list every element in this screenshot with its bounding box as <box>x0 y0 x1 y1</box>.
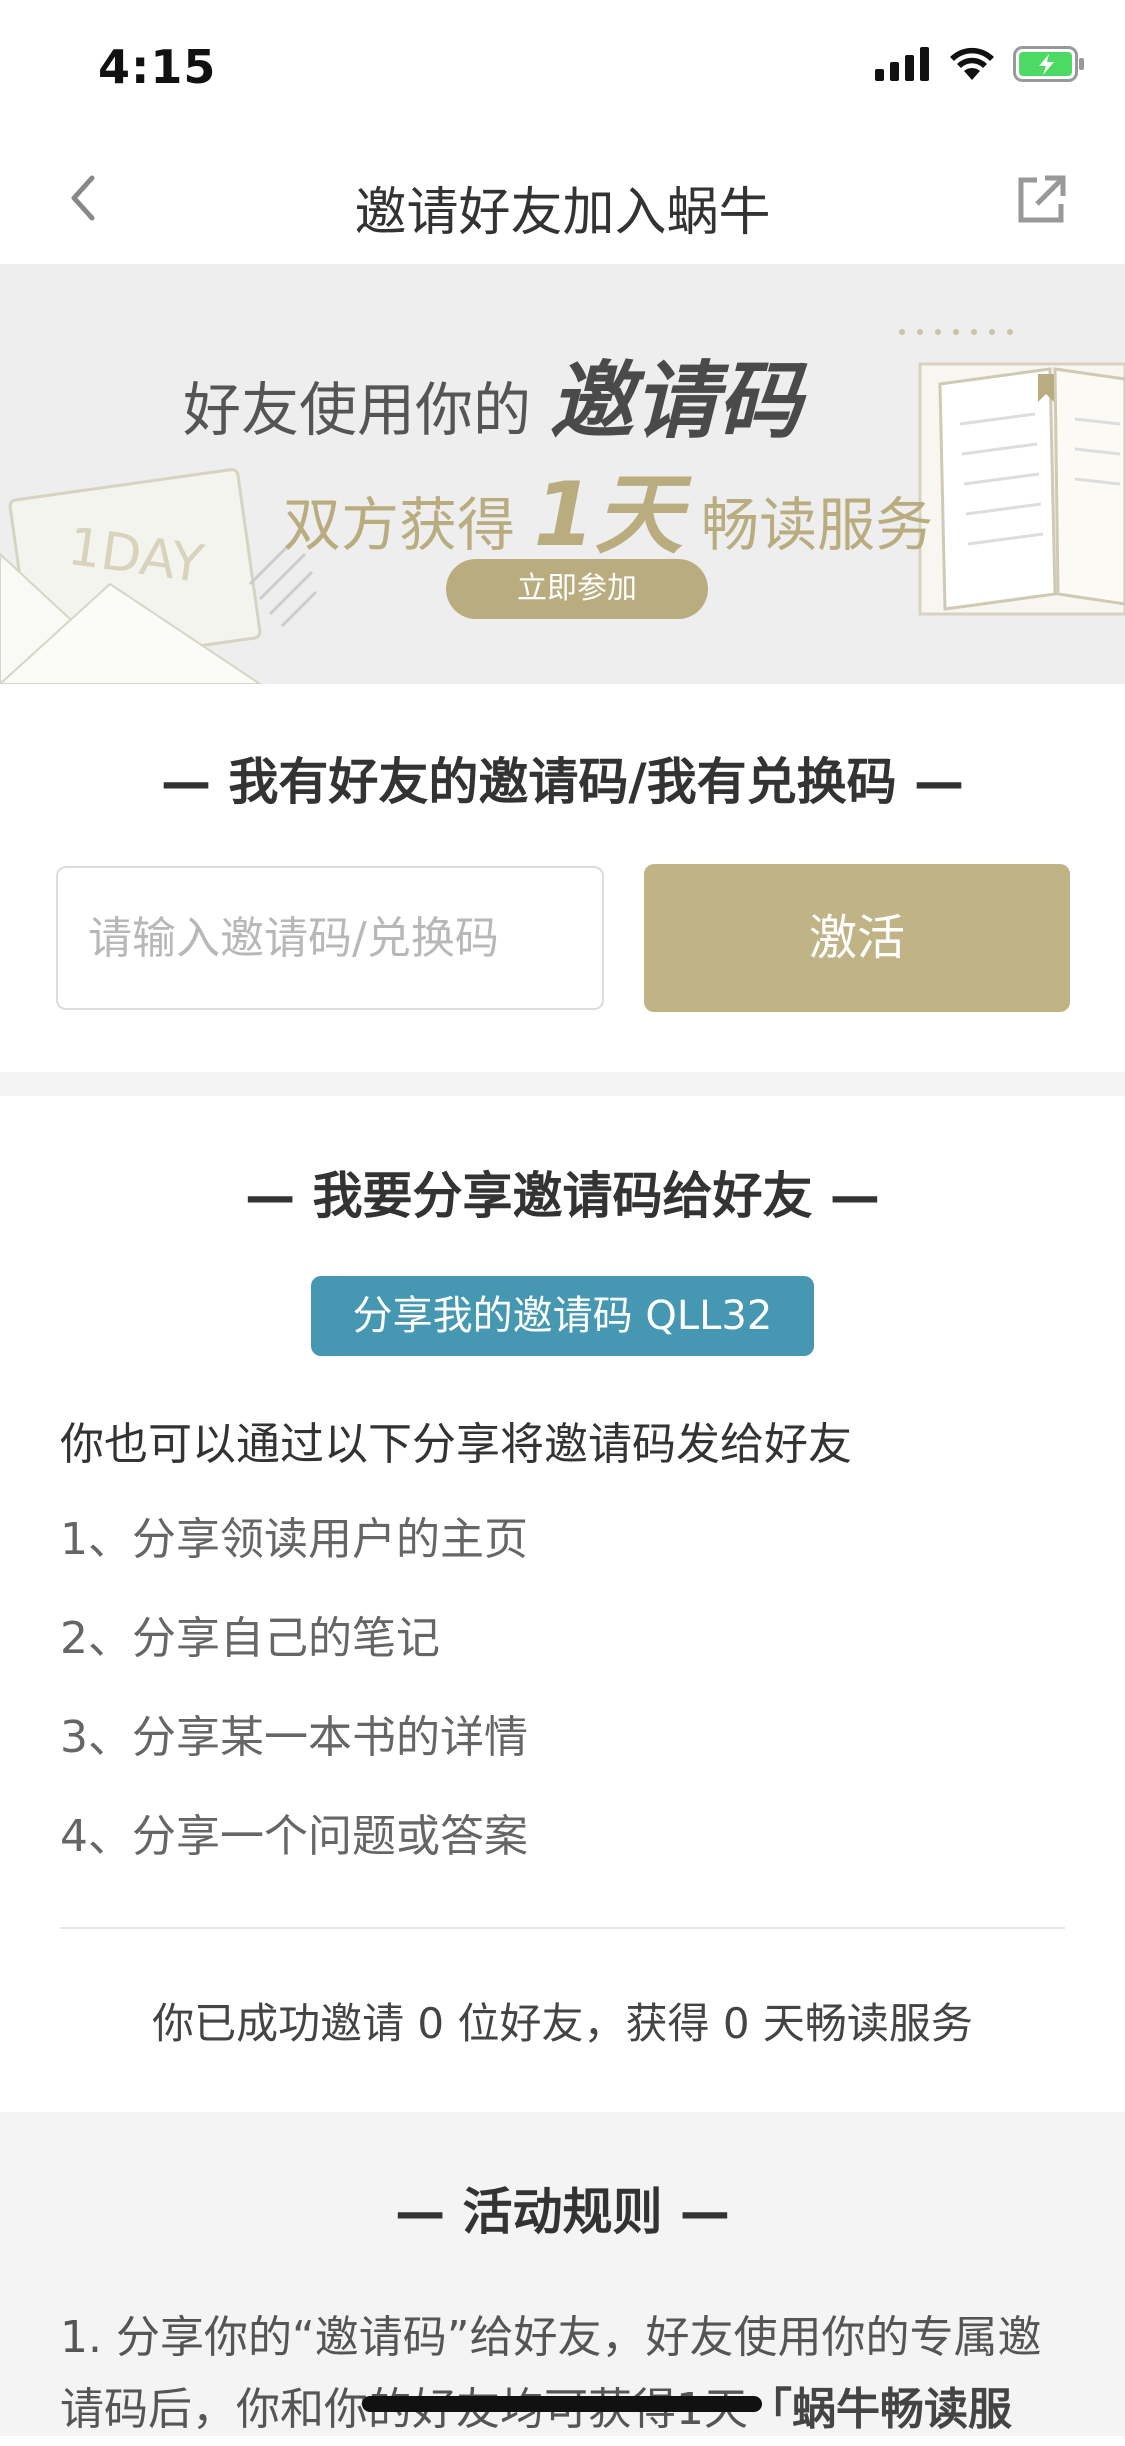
share-invite-code-button[interactable]: 分享我的邀请码 QLL32 <box>311 1276 814 1356</box>
banner-headline-emphasis: 邀请码 <box>549 352 802 450</box>
list-item: 1、分享领读用户的主页 <box>60 1514 528 1565</box>
rules-section-title: — 活动规则 — <box>395 2183 730 2241</box>
banner-subheadline-prefix: 双方获得 <box>283 491 516 559</box>
banner-headline: 好友使用你的 邀请码 <box>183 334 801 455</box>
banner-subheadline-emphasis: 1天 <box>533 463 683 566</box>
page-title: 邀请好友加入蜗牛 <box>354 183 771 243</box>
battery-charging-icon <box>1013 46 1084 82</box>
section-divider <box>0 1072 1125 1096</box>
list-item: 2、分享自己的笔记 <box>60 1613 440 1664</box>
nav-bar: 邀请好友加入蜗牛 <box>0 140 1125 265</box>
banner-subheadline-suffix: 畅读服务 <box>701 491 934 559</box>
rules-text: 1. 分享你的“邀请码”给好友，好友使用你的专属邀请码后，你和你的好友均可获得1… <box>60 2302 1070 2446</box>
divider-line <box>60 1927 1065 1929</box>
cellular-signal-icon <box>875 47 929 81</box>
banner-subheadline: 双方获得 1天 畅读服务 <box>283 444 933 571</box>
wifi-icon <box>950 47 994 80</box>
share-section-title: — 我要分享邀请码给好友 — <box>245 1167 880 1225</box>
invite-summary: 你已成功邀请 0 位好友，获得 0 天畅读服务 <box>152 1999 973 2048</box>
activate-button[interactable]: 激活 <box>644 864 1070 1012</box>
join-now-button[interactable]: 立即参加 <box>446 559 708 619</box>
promo-banner: 1DAY 好友使用你的 邀请码 双方获得 1天 畅读服务 立即参加 <box>0 264 1125 684</box>
list-item: 3、分享某一本书的详情 <box>60 1712 528 1763</box>
redeem-section-title: — 我有好友的邀请码/我有兑换码 — <box>160 753 965 811</box>
rules-text-bold: 「蜗牛畅读服 <box>748 2384 1012 2435</box>
list-item: 4、分享一个问题或答案 <box>60 1811 528 1862</box>
status-icons <box>875 46 1085 82</box>
external-share-icon[interactable] <box>1013 172 1069 228</box>
status-time: 4:15 <box>98 40 217 94</box>
share-intro-text: 你也可以通过以下分享将邀请码发给好友 <box>60 1419 852 1470</box>
home-indicator[interactable] <box>362 2396 762 2412</box>
invite-code-input[interactable] <box>56 866 604 1010</box>
banner-headline-text: 好友使用你的 <box>183 376 532 444</box>
status-bar: 4:15 <box>0 0 1125 140</box>
share-methods-list: 1、分享领读用户的主页 2、分享自己的笔记 3、分享某一本书的详情 4、分享一个… <box>60 1510 528 1906</box>
